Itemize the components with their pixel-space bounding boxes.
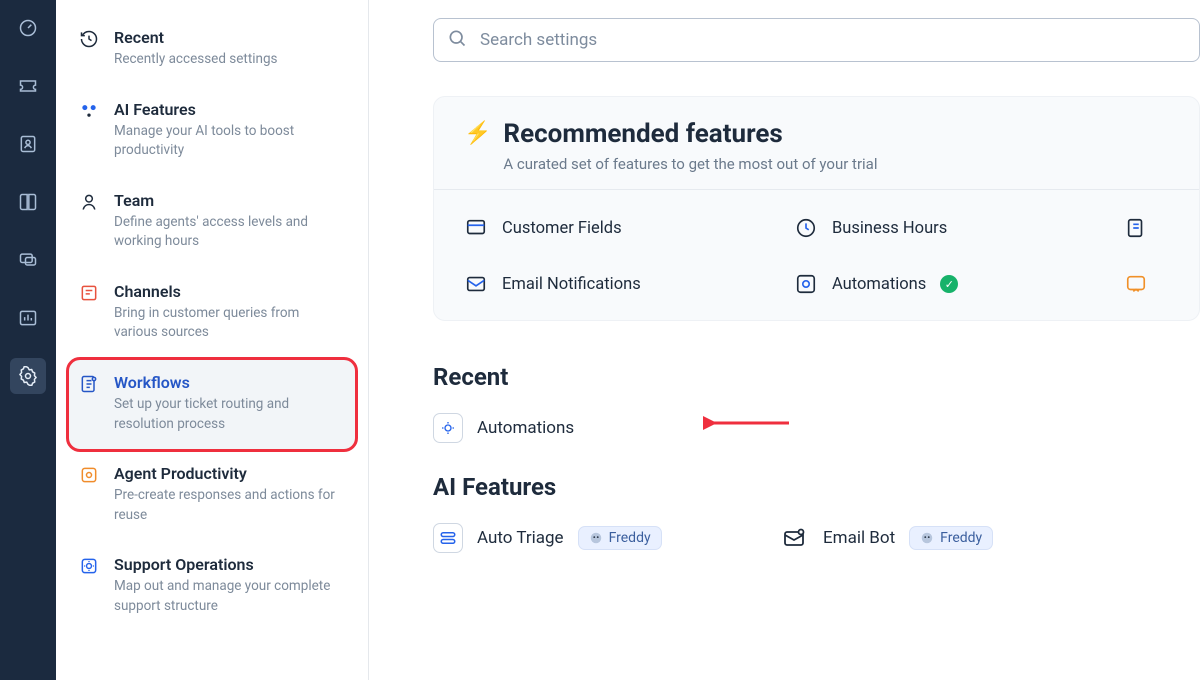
search-icon [447,28,467,52]
feature-customer-fields[interactable]: Customer Fields [464,216,794,240]
automation-icon [433,413,463,443]
sidebar-item-label: Recent [114,28,346,48]
sidebar-item-desc: Define agents' access levels and working… [114,213,346,252]
gauge-icon [18,18,38,38]
freddy-badge: Freddy [578,526,662,550]
sidebar-item-support-operations[interactable]: Support Operations Map out and manage yo… [68,541,356,632]
rail-analytics[interactable] [10,300,46,336]
freddy-icon [920,531,934,545]
analytics-icon [18,308,38,328]
feature-label: Customer Fields [502,219,622,238]
feature-label: Email Notifications [502,275,641,294]
rail-dashboard[interactable] [10,10,46,46]
sidebar-item-team[interactable]: Team Define agents' access levels and wo… [68,177,356,268]
chat-icon [18,250,38,270]
sidebar-item-label: Support Operations [114,555,346,575]
support-icon [78,555,100,577]
mail-icon [464,272,488,296]
feature-label: Automations [832,275,926,294]
ticket-fields-icon [1124,216,1148,240]
book-icon [18,192,38,212]
sidebar-item-recent[interactable]: Recent Recently accessed settings [68,14,356,86]
section-heading-ai: AI Features [433,473,1200,501]
recommended-subtitle: A curated set of features to get the mos… [503,155,877,173]
ticket-icon [18,77,38,95]
feature-email-notifications[interactable]: Email Notifications [464,272,794,296]
main-content: ⚡ Recommended features A curated set of … [369,0,1200,680]
app-rail [0,0,56,680]
sidebar-item-desc: Recently accessed settings [114,50,346,70]
gear-icon [18,366,38,386]
feature-automations[interactable]: Automations ✓ [794,272,1124,296]
sidebar-item-label: Workflows [114,373,346,393]
sidebar-item-desc: Manage your AI tools to boost productivi… [114,122,346,161]
sidebar-item-workflows[interactable]: Workflows Set up your ticket routing and… [68,359,356,450]
sidebar-item-label: Team [114,191,346,211]
feature-business-hours[interactable]: Business Hours [794,216,1124,240]
rail-contacts[interactable] [10,126,46,162]
freddy-icon [589,531,603,545]
search-bar [433,18,1200,62]
recommended-title: Recommended features [503,119,877,149]
inbox-icon [78,282,100,304]
sidebar-item-label: Agent Productivity [114,464,346,484]
section-heading-recent: Recent [433,363,1200,391]
sidebar-item-label: Channels [114,282,346,302]
settings-sidebar: Recent Recently accessed settings AI Fea… [56,0,369,680]
sidebar-item-desc: Bring in customer queries from various s… [114,304,346,343]
ai-icon [78,100,100,122]
sidebar-item-agent-productivity[interactable]: Agent Productivity Pre-create responses … [68,450,356,541]
person-icon [78,191,100,213]
tile-label: Email Bot [823,528,895,548]
history-icon [78,28,100,50]
sidebar-item-ai[interactable]: AI Features Manage your AI tools to boos… [68,86,356,177]
sidebar-item-channels[interactable]: Channels Bring in customer queries from … [68,268,356,359]
rail-knowledge[interactable] [10,184,46,220]
bolt-icon: ⚡ [464,123,491,145]
sidebar-item-desc: Set up your ticket routing and resolutio… [114,395,346,434]
rail-tickets[interactable] [10,68,46,104]
freddy-badge: Freddy [909,526,993,550]
workflow-icon [78,373,100,395]
sidebar-item-label: AI Features [114,100,346,120]
badge-label: Freddy [609,530,651,546]
badge-label: Freddy [940,530,982,546]
check-icon: ✓ [940,275,958,293]
tile-email-bot[interactable]: Email Bot Freddy [779,523,1125,553]
mail-icon [779,523,809,553]
triage-icon [433,523,463,553]
tile-label: Auto Triage [477,528,564,548]
productivity-icon [78,464,100,486]
search-input[interactable] [433,18,1200,62]
chat-widget-icon [1124,272,1148,296]
fields-icon [464,216,488,240]
contact-icon [18,134,38,154]
rail-settings[interactable] [10,358,46,394]
automation-icon [794,272,818,296]
sidebar-item-desc: Pre-create responses and actions for reu… [114,486,346,525]
clock-icon [794,216,818,240]
feature-cutoff-1[interactable] [1124,216,1169,240]
recommended-card: ⚡ Recommended features A curated set of … [433,96,1200,321]
feature-label: Business Hours [832,219,947,238]
tile-auto-triage[interactable]: Auto Triage Freddy [433,523,779,553]
sidebar-item-desc: Map out and manage your complete support… [114,577,346,616]
tile-label: Automations [477,418,574,438]
tile-automations[interactable]: Automations [433,413,779,443]
rail-chat[interactable] [10,242,46,278]
feature-cutoff-2[interactable] [1124,272,1169,296]
